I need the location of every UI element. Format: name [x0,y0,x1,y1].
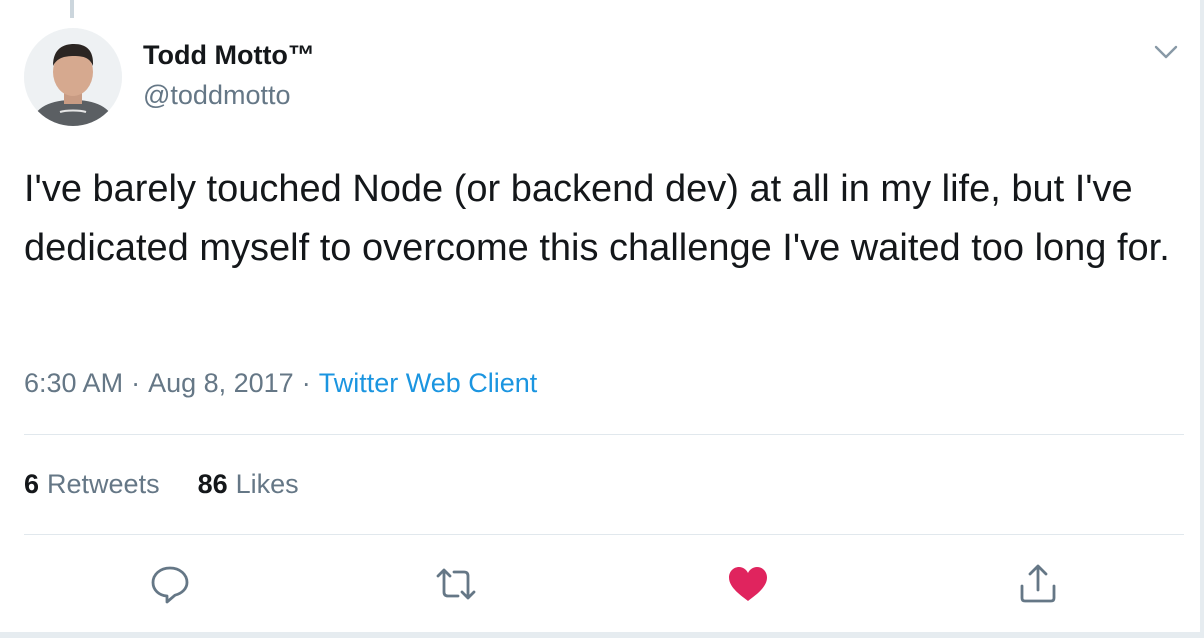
retweets-label: Retweets [47,469,160,499]
likes-label: Likes [235,469,299,499]
heart-icon [729,567,767,601]
tweet-card: Todd Motto™ @toddmotto I've barely touch… [0,0,1202,632]
divider [24,534,1184,535]
thread-line [70,0,74,18]
retweets-count: 6 [24,469,40,499]
retweets-stat[interactable]: 6 Retweets [24,469,160,500]
retweet-button[interactable] [434,562,478,606]
tweet-stats: 6 Retweets 86 Likes [24,469,337,500]
tweet-time[interactable]: 6:30 AM [24,368,123,398]
more-options-button[interactable] [1148,34,1184,70]
share-icon [1020,564,1056,603]
share-button[interactable] [1016,562,1060,606]
divider [24,434,1184,435]
like-button[interactable] [726,562,770,606]
retweet-icon [436,568,476,600]
reply-icon [151,566,189,604]
meta-separator: · [131,368,141,398]
tweet-source-link[interactable]: Twitter Web Client [319,368,538,398]
chevron-down-icon [1154,45,1178,59]
avatar-image [24,28,122,126]
meta-separator: · [301,368,311,398]
likes-count: 86 [197,469,228,499]
reply-button[interactable] [148,562,192,606]
tweet-meta: 6:30 AM · Aug 8, 2017 · Twitter Web Client [24,368,537,399]
tweet-text: I've barely touched Node (or backend dev… [24,168,1170,269]
author-name[interactable]: Todd Motto™ [143,40,315,71]
likes-stat[interactable]: 86 Likes [198,469,299,500]
avatar[interactable] [24,28,122,126]
tweet-date[interactable]: Aug 8, 2017 [148,368,294,398]
author-handle[interactable]: @toddmotto [143,80,291,111]
